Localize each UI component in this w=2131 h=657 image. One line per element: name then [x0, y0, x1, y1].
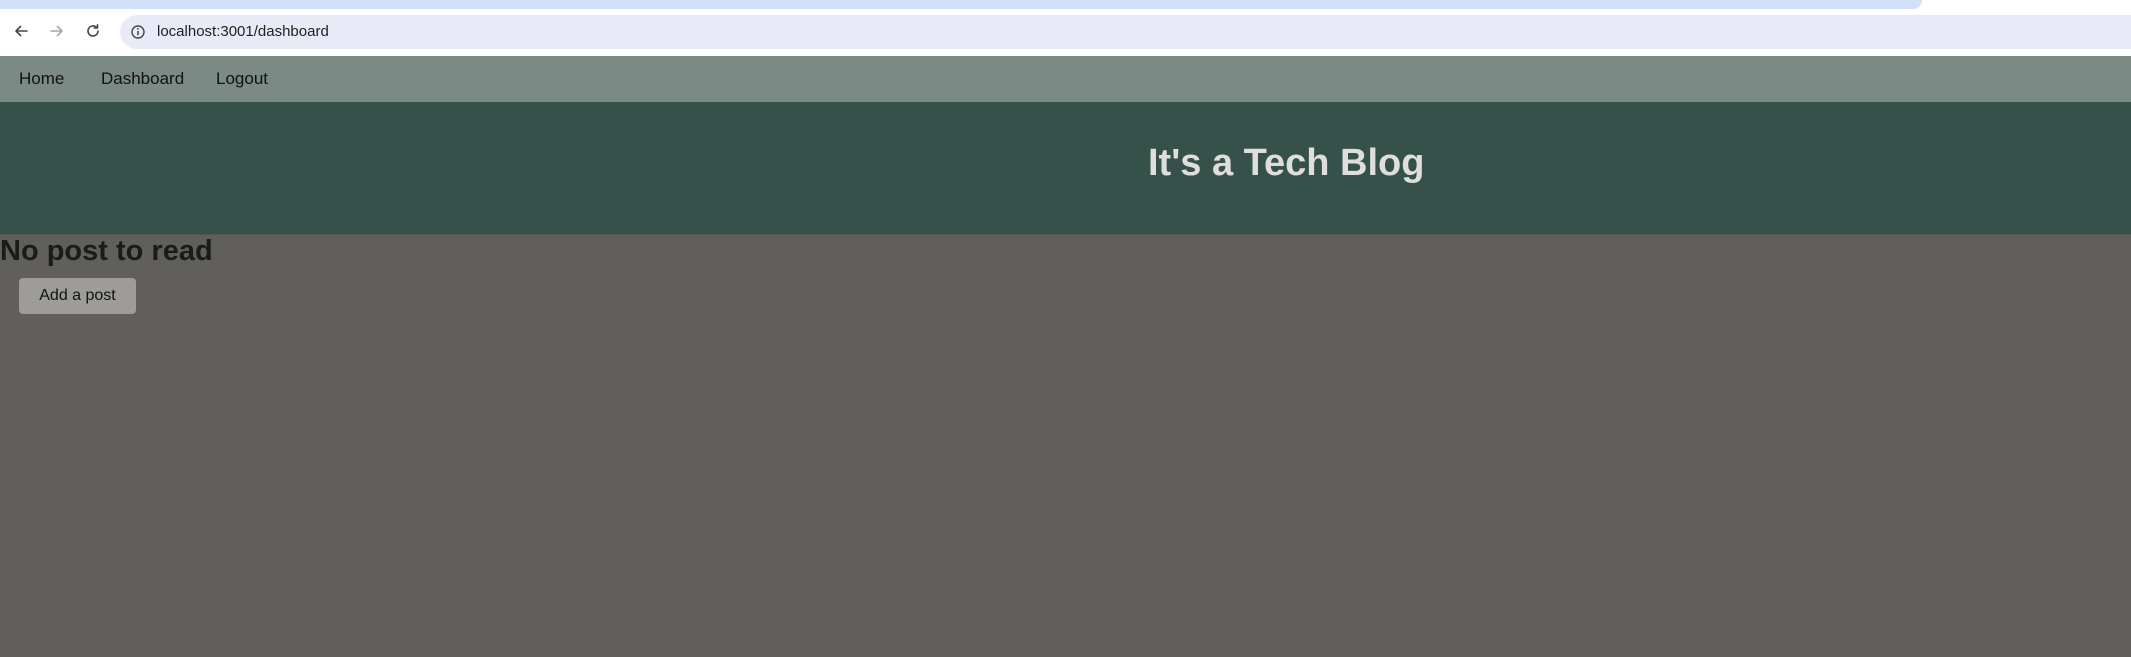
header-divider [0, 234, 2131, 235]
site-title: It's a Tech Blog [1148, 142, 1425, 184]
browser-tab-background [0, 0, 1922, 9]
arrow-left-icon [13, 23, 29, 39]
site-header: It's a Tech Blog [0, 102, 2131, 234]
address-bar[interactable]: localhost:3001/dashboard [120, 15, 2131, 49]
empty-posts-message: No post to read [0, 235, 213, 267]
nav-link-dashboard[interactable]: Dashboard [101, 69, 184, 89]
back-button[interactable] [8, 18, 34, 44]
forward-button[interactable] [44, 18, 70, 44]
add-post-button[interactable]: Add a post [19, 278, 136, 314]
site-navbar: Home Dashboard Logout [0, 56, 2131, 102]
info-icon[interactable] [129, 23, 147, 41]
nav-link-home[interactable]: Home [19, 69, 64, 89]
url-text[interactable]: localhost:3001/dashboard [157, 23, 329, 40]
reload-button[interactable] [80, 18, 106, 44]
arrow-right-icon [49, 23, 65, 39]
browser-toolbar: localhost:3001/dashboard [0, 9, 2131, 56]
reload-icon [85, 23, 101, 39]
nav-link-logout[interactable]: Logout [216, 69, 268, 89]
